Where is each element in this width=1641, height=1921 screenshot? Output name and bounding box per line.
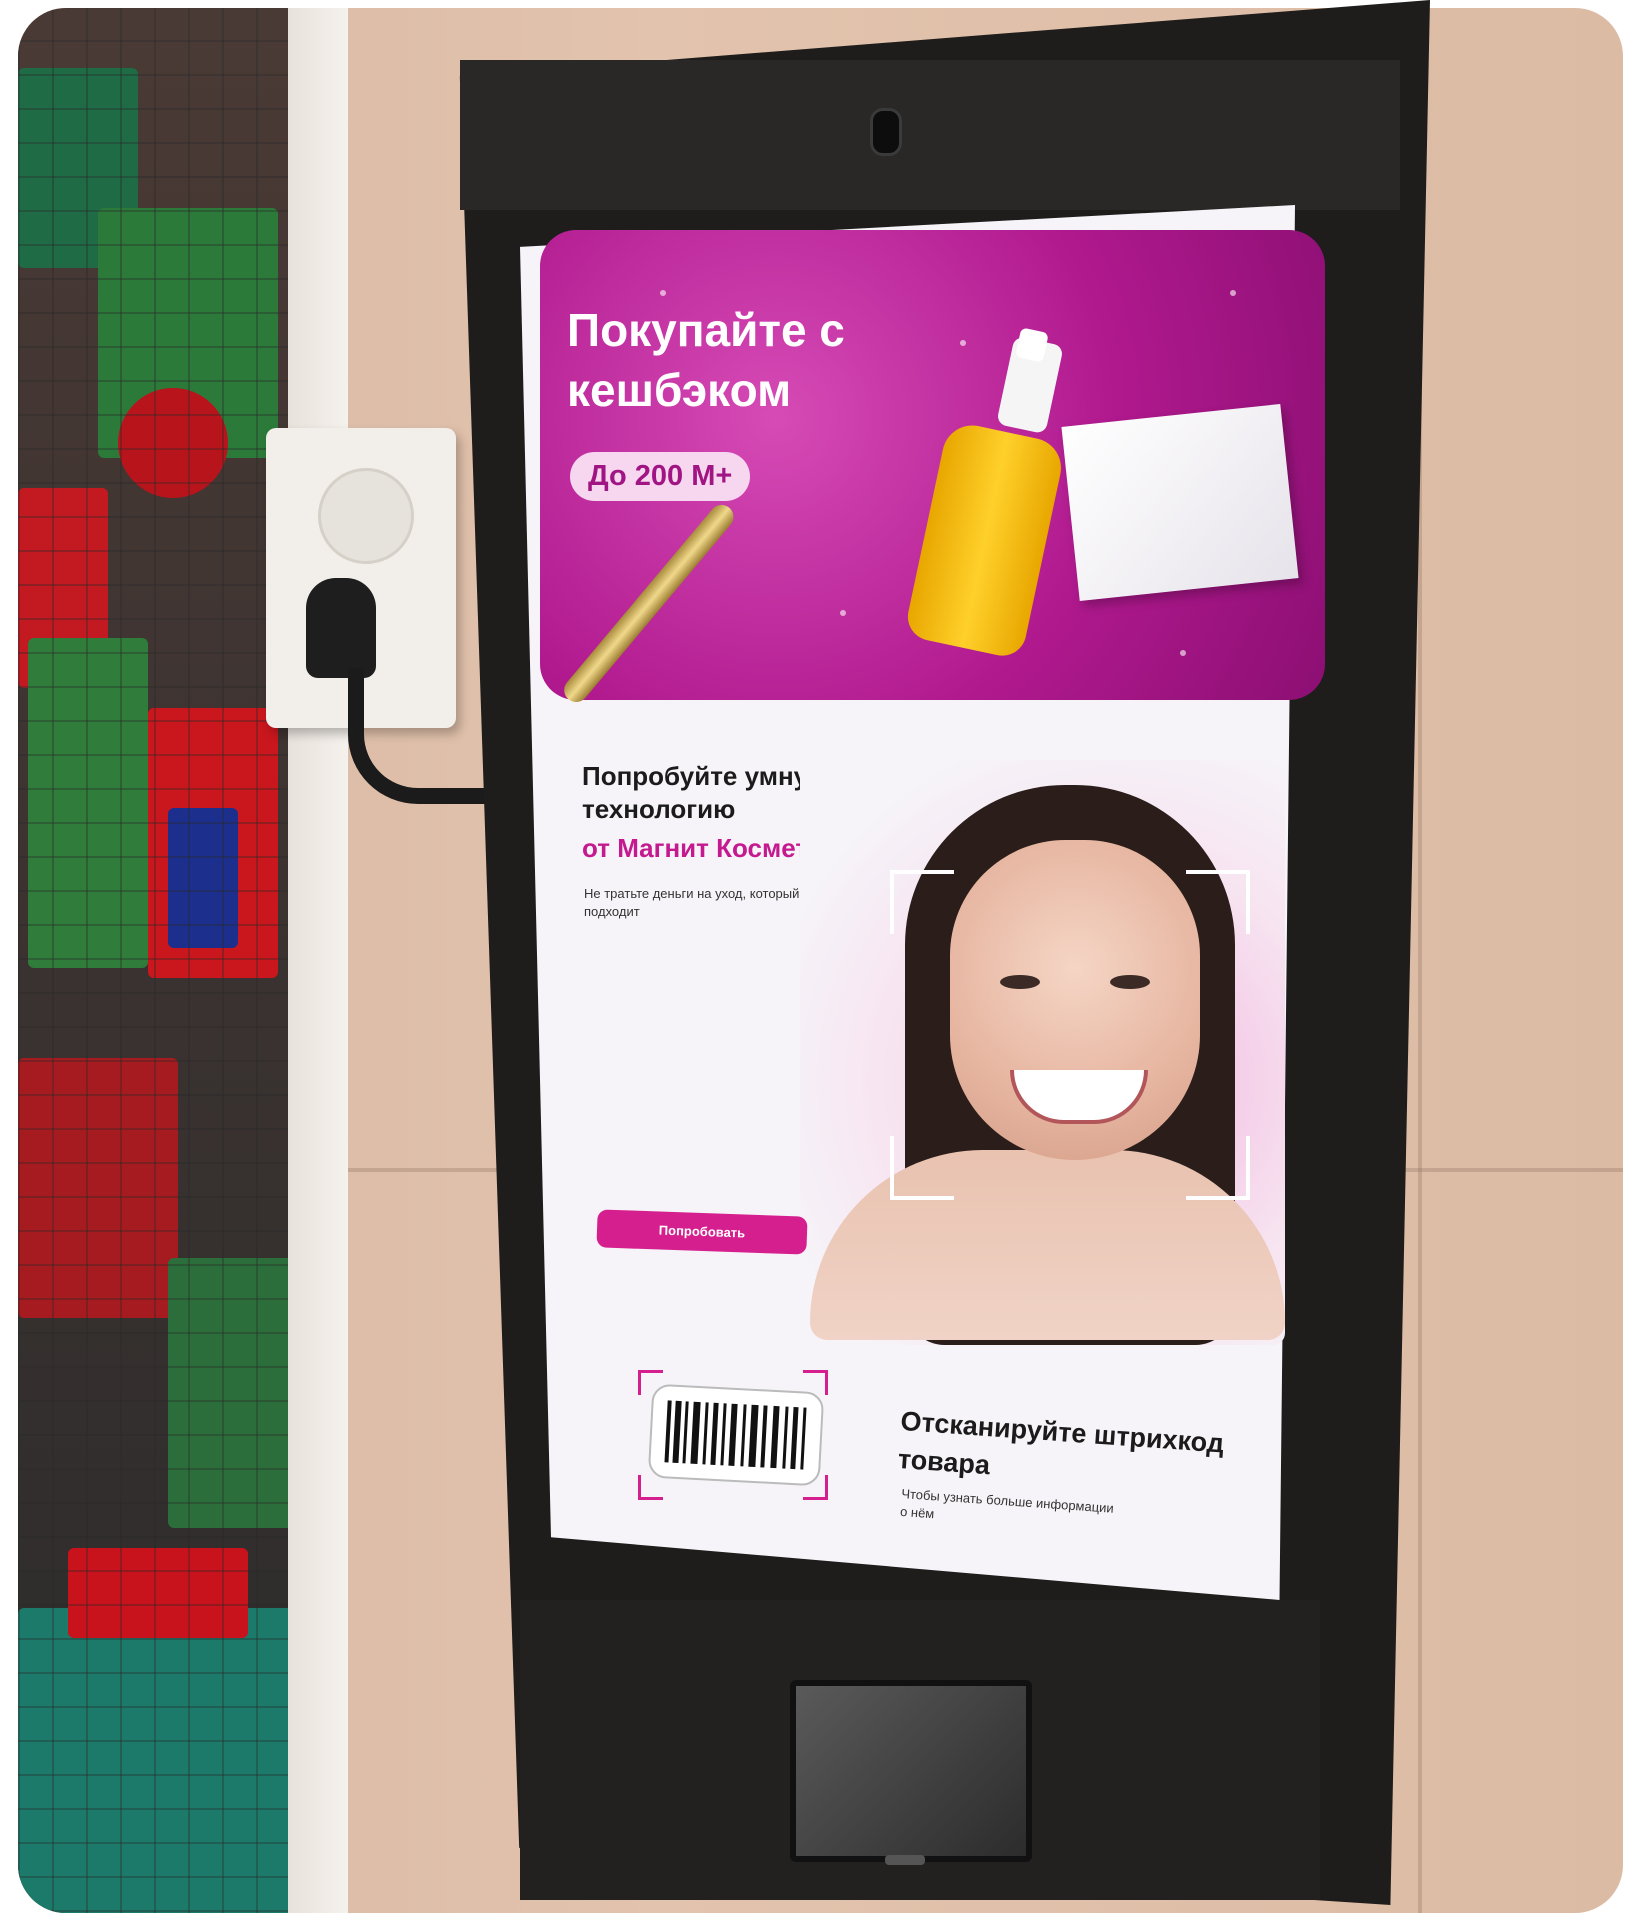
barcode-bar — [800, 1407, 807, 1470]
sparkle — [660, 290, 666, 296]
barcode-scanner-window — [790, 1680, 1032, 1862]
scan-corner — [1186, 1136, 1250, 1200]
barcode-bar — [664, 1400, 672, 1463]
sparkle — [840, 610, 846, 616]
promo-brand: от Магнит Косметик — [582, 833, 838, 863]
try-button[interactable]: Попробовать — [596, 1209, 808, 1255]
cotton-pad-image — [1061, 403, 1299, 602]
barcode-bar — [748, 1404, 759, 1468]
barcode-bar — [782, 1406, 789, 1469]
power-plug — [306, 578, 376, 678]
barcode-bar — [672, 1400, 682, 1464]
scan-corner — [890, 870, 954, 934]
barcode-bar — [682, 1401, 689, 1464]
barcode-bar — [760, 1405, 768, 1468]
camera-icon — [870, 108, 902, 156]
scan-corner — [890, 1136, 954, 1200]
barcode-bar — [740, 1404, 747, 1467]
barcode-bar — [728, 1403, 738, 1466]
barcode-bar — [720, 1403, 727, 1466]
barcode-bar — [710, 1402, 719, 1465]
barcode-bar — [702, 1402, 709, 1465]
sparkle — [960, 340, 966, 346]
barcode-bar — [770, 1405, 780, 1469]
socket-outlet — [318, 468, 414, 564]
wall-pillar — [288, 8, 348, 1913]
cashback-badge: До 200 М+ — [570, 452, 751, 501]
sparkle — [1180, 650, 1186, 656]
scanner-logo — [885, 1855, 925, 1865]
barcode-bar — [790, 1406, 799, 1470]
kiosk-top-bezel — [460, 60, 1400, 210]
barcode-icon — [647, 1383, 825, 1487]
banner-title: Покупайте с кешбэком — [567, 304, 845, 416]
scan-corner — [638, 1475, 663, 1500]
barcode-bar — [690, 1401, 701, 1465]
scan-corner — [1186, 870, 1250, 934]
sparkle — [1230, 290, 1236, 296]
face-scan-frame-icon — [890, 870, 1250, 1200]
